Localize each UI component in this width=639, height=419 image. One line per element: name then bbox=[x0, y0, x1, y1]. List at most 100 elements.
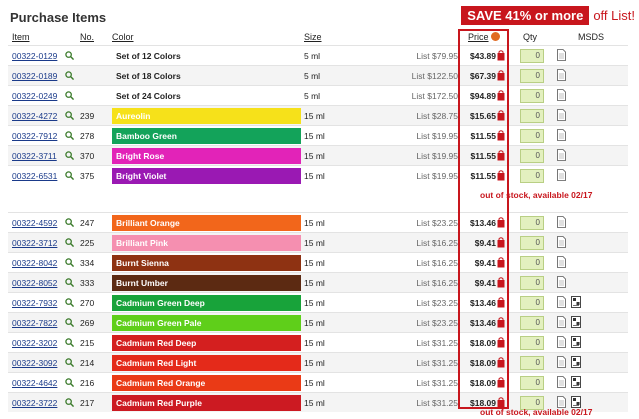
shopping-bag-icon[interactable] bbox=[497, 150, 505, 161]
quantity-input[interactable]: 0 bbox=[520, 376, 544, 390]
msds-document-icon[interactable] bbox=[557, 216, 566, 228]
shopping-bag-icon[interactable] bbox=[497, 297, 505, 308]
item-link[interactable]: 00322-7912 bbox=[12, 131, 57, 141]
zoom-icon[interactable] bbox=[65, 258, 75, 268]
msds-document-icon[interactable] bbox=[557, 129, 566, 141]
shopping-bag-icon[interactable] bbox=[497, 170, 505, 181]
quantity-input[interactable]: 0 bbox=[520, 109, 544, 123]
zoom-icon[interactable] bbox=[65, 51, 75, 61]
shopping-bag-icon[interactable] bbox=[497, 110, 505, 121]
column-header-price[interactable]: Price bbox=[468, 32, 500, 42]
item-link[interactable]: 00322-3202 bbox=[12, 338, 57, 348]
shopping-bag-icon[interactable] bbox=[497, 257, 505, 268]
zoom-icon[interactable] bbox=[65, 151, 75, 161]
zoom-icon[interactable] bbox=[65, 91, 75, 101]
msds-document-icon[interactable] bbox=[557, 149, 566, 161]
zoom-icon[interactable] bbox=[65, 71, 75, 81]
zoom-icon[interactable] bbox=[65, 318, 75, 328]
item-link[interactable]: 00322-6531 bbox=[12, 171, 57, 181]
column-header-color[interactable]: Color bbox=[112, 32, 134, 42]
msds-document-icon[interactable] bbox=[557, 49, 566, 61]
color-swatch: Bright Violet bbox=[112, 168, 301, 184]
item-link[interactable]: 00322-8052 bbox=[12, 278, 57, 288]
shopping-bag-icon[interactable] bbox=[497, 357, 505, 368]
msds-document-icon[interactable] bbox=[557, 356, 566, 368]
quantity-input[interactable]: 0 bbox=[520, 296, 544, 310]
shopping-bag-icon[interactable] bbox=[497, 217, 505, 228]
quantity-input[interactable]: 0 bbox=[520, 236, 544, 250]
zoom-icon[interactable] bbox=[65, 358, 75, 368]
color-number: 225 bbox=[80, 238, 95, 248]
quantity-input[interactable]: 0 bbox=[520, 336, 544, 350]
quantity-input[interactable]: 0 bbox=[520, 356, 544, 370]
msds-sheet-icon[interactable] bbox=[571, 376, 581, 388]
msds-document-icon[interactable] bbox=[557, 169, 566, 181]
msds-document-icon[interactable] bbox=[557, 296, 566, 308]
zoom-icon[interactable] bbox=[65, 238, 75, 248]
zoom-icon[interactable] bbox=[65, 298, 75, 308]
sort-icon[interactable] bbox=[490, 32, 500, 41]
item-link[interactable]: 00322-4272 bbox=[12, 111, 57, 121]
quantity-input[interactable]: 0 bbox=[520, 149, 544, 163]
column-header-price-label[interactable]: Price bbox=[468, 32, 489, 42]
msds-sheet-icon[interactable] bbox=[571, 296, 581, 308]
msds-document-icon[interactable] bbox=[557, 316, 566, 328]
msds-document-icon[interactable] bbox=[557, 236, 566, 248]
quantity-input[interactable]: 0 bbox=[520, 49, 544, 63]
shopping-bag-icon[interactable] bbox=[497, 50, 505, 61]
item-link[interactable]: 00322-3711 bbox=[12, 151, 57, 161]
quantity-input[interactable]: 0 bbox=[520, 169, 544, 183]
shopping-bag-icon[interactable] bbox=[497, 70, 505, 81]
quantity-input[interactable]: 0 bbox=[520, 216, 544, 230]
sale-price: $94.89 bbox=[470, 91, 496, 101]
shopping-bag-icon[interactable] bbox=[497, 130, 505, 141]
msds-document-icon[interactable] bbox=[557, 376, 566, 388]
shopping-bag-icon[interactable] bbox=[497, 377, 505, 388]
shopping-bag-icon[interactable] bbox=[497, 277, 505, 288]
quantity-input[interactable]: 0 bbox=[520, 256, 544, 270]
item-link[interactable]: 00322-3712 bbox=[12, 238, 57, 248]
item-link[interactable]: 00322-0189 bbox=[12, 71, 57, 81]
msds-sheet-icon[interactable] bbox=[571, 336, 581, 348]
column-header-no[interactable]: No. bbox=[80, 32, 94, 42]
shopping-bag-icon[interactable] bbox=[497, 337, 505, 348]
quantity-input[interactable]: 0 bbox=[520, 276, 544, 290]
msds-document-icon[interactable] bbox=[557, 109, 566, 121]
shopping-bag-icon[interactable] bbox=[497, 90, 505, 101]
zoom-icon[interactable] bbox=[65, 111, 75, 121]
msds-sheet-icon[interactable] bbox=[571, 356, 581, 368]
msds-document-icon[interactable] bbox=[557, 256, 566, 268]
zoom-icon[interactable] bbox=[65, 171, 75, 181]
zoom-icon[interactable] bbox=[65, 338, 75, 348]
msds-sheet-icon[interactable] bbox=[571, 316, 581, 328]
shopping-bag-icon[interactable] bbox=[497, 237, 505, 248]
quantity-input[interactable]: 0 bbox=[520, 89, 544, 103]
quantity-input[interactable]: 0 bbox=[520, 316, 544, 330]
item-link[interactable]: 00322-0129 bbox=[12, 51, 57, 61]
column-header-item[interactable]: Item bbox=[12, 32, 30, 42]
msds-document-icon[interactable] bbox=[557, 89, 566, 101]
item-link[interactable]: 00322-7932 bbox=[12, 298, 57, 308]
table-row: 00322-4642 216 Cadmium Red Orange 15 ml List… bbox=[8, 372, 628, 392]
item-link[interactable]: 00322-4592 bbox=[12, 218, 57, 228]
table-row: 00322-3712 225 Brilliant Pink 15 ml List $16… bbox=[8, 232, 628, 252]
item-link[interactable]: 00322-3092 bbox=[12, 358, 57, 368]
item-link[interactable]: 00322-3722 bbox=[12, 398, 57, 408]
msds-document-icon[interactable] bbox=[557, 276, 566, 288]
item-link[interactable]: 00322-8042 bbox=[12, 258, 57, 268]
item-link[interactable]: 00322-7822 bbox=[12, 318, 57, 328]
zoom-icon[interactable] bbox=[65, 218, 75, 228]
zoom-icon[interactable] bbox=[65, 131, 75, 141]
msds-document-icon[interactable] bbox=[557, 336, 566, 348]
quantity-input[interactable]: 0 bbox=[520, 129, 544, 143]
column-header-size[interactable]: Size bbox=[304, 32, 322, 42]
item-link[interactable]: 00322-0249 bbox=[12, 91, 57, 101]
item-link[interactable]: 00322-4642 bbox=[12, 378, 57, 388]
zoom-icon[interactable] bbox=[65, 398, 75, 408]
color-swatch: Bright Rose bbox=[112, 148, 301, 164]
shopping-bag-icon[interactable] bbox=[497, 317, 505, 328]
zoom-icon[interactable] bbox=[65, 278, 75, 288]
zoom-icon[interactable] bbox=[65, 378, 75, 388]
quantity-input[interactable]: 0 bbox=[520, 69, 544, 83]
msds-document-icon[interactable] bbox=[557, 69, 566, 81]
